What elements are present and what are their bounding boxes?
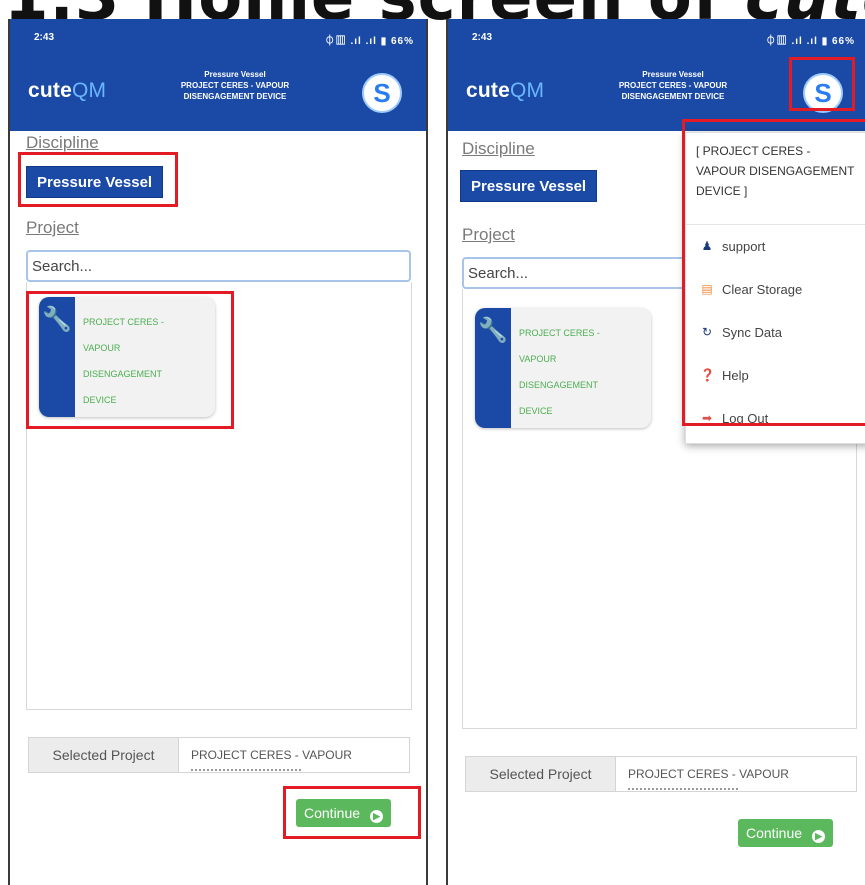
user-avatar-button[interactable]: S	[362, 73, 402, 113]
status-icons: ⏀▥ .ıl .ıl ▮ 66%	[324, 36, 414, 47]
header-discipline: Pressure Vessel	[204, 70, 266, 79]
selected-project-group: Selected Project PROJECT CERES - VAPOUR	[28, 737, 410, 773]
project-card-text: PROJECT CERES - VAPOUR DISENGAGEMENT DEV…	[519, 320, 645, 424]
selected-project-label: Selected Project	[29, 738, 179, 772]
logo-text-cute: cute	[466, 79, 510, 102]
app-header: cuteQM Pressure Vessel PROJECT CERES - V…	[10, 57, 426, 131]
highlight-box-project-card	[26, 291, 234, 429]
logo-text-qm: QM	[71, 79, 107, 102]
header-project-info: Pressure Vessel PROJECT CERES - VAPOUR D…	[160, 69, 310, 102]
discipline-label: Discipline	[26, 133, 99, 152]
highlight-box-dropdown	[682, 119, 865, 426]
header-project: PROJECT CERES - VAPOUR DISENGAGEMENT DEV…	[618, 81, 728, 101]
header-project: PROJECT CERES - VAPOUR DISENGAGEMENT DEV…	[180, 81, 290, 101]
phone-screen-left: 2:43 ⏀▥ .ıl .ıl ▮ 66% cuteQM Pressure Ve…	[8, 19, 428, 885]
discipline-pressure-vessel-button[interactable]: Pressure Vessel	[460, 170, 598, 202]
project-card-line: DEVICE	[519, 406, 553, 416]
project-card-line: PROJECT CERES -	[519, 328, 600, 338]
project-search-input[interactable]	[26, 250, 411, 282]
continue-label: Continue	[746, 825, 803, 841]
selected-project-value: PROJECT CERES - VAPOUR	[616, 757, 856, 791]
project-label: Project	[26, 218, 79, 237]
logo-text-qm: QM	[509, 79, 545, 102]
status-time: 2:43	[34, 32, 55, 43]
logo-text-cute: cute	[28, 79, 72, 102]
circle-arrow-right-icon: ▶	[812, 830, 826, 843]
app-logo[interactable]: cuteQM	[466, 79, 544, 103]
highlight-box-continue	[283, 786, 421, 839]
status-icons: ⏀▥ .ıl .ıl ▮ 66%	[765, 36, 855, 47]
selected-project-value-text: PROJECT CERES - VAPOUR	[628, 767, 789, 781]
header-discipline: Pressure Vessel	[642, 70, 704, 79]
project-card-line: DISENGAGEMENT	[519, 380, 599, 390]
slide: 1.3 Home screen of cute 2:43 ⏀▥ .ıl .ıl …	[0, 0, 865, 885]
selected-project-value-text: PROJECT CERES - VAPOUR	[191, 748, 352, 762]
wrench-icon: 🔧	[475, 308, 511, 428]
highlight-box-discipline	[18, 152, 178, 207]
discipline-label: Discipline	[462, 139, 535, 158]
phone-screen-right: 2:43 ⏀▥ .ıl .ıl ▮ 66% cuteQM Pressure Ve…	[446, 19, 865, 885]
project-label: Project	[462, 225, 515, 244]
continue-button[interactable]: Continue ▶	[738, 819, 834, 847]
project-card[interactable]: 🔧 PROJECT CERES - VAPOUR DISENGAGEMENT D…	[475, 308, 651, 428]
app-logo[interactable]: cuteQM	[28, 79, 106, 103]
header-project-info: Pressure Vessel PROJECT CERES - VAPOUR D…	[598, 69, 748, 102]
selected-project-label: Selected Project	[466, 757, 616, 791]
status-time: 2:43	[472, 32, 493, 43]
status-bar: 2:43 ⏀▥ .ıl .ıl ▮ 66%	[10, 19, 426, 57]
selected-project-group: Selected Project PROJECT CERES - VAPOUR	[465, 756, 857, 792]
project-card-line: VAPOUR	[519, 354, 557, 364]
status-bar: 2:43 ⏀▥ .ıl .ıl ▮ 66%	[448, 19, 865, 57]
selected-project-value: PROJECT CERES - VAPOUR	[179, 738, 409, 772]
highlight-box-avatar	[789, 57, 855, 111]
